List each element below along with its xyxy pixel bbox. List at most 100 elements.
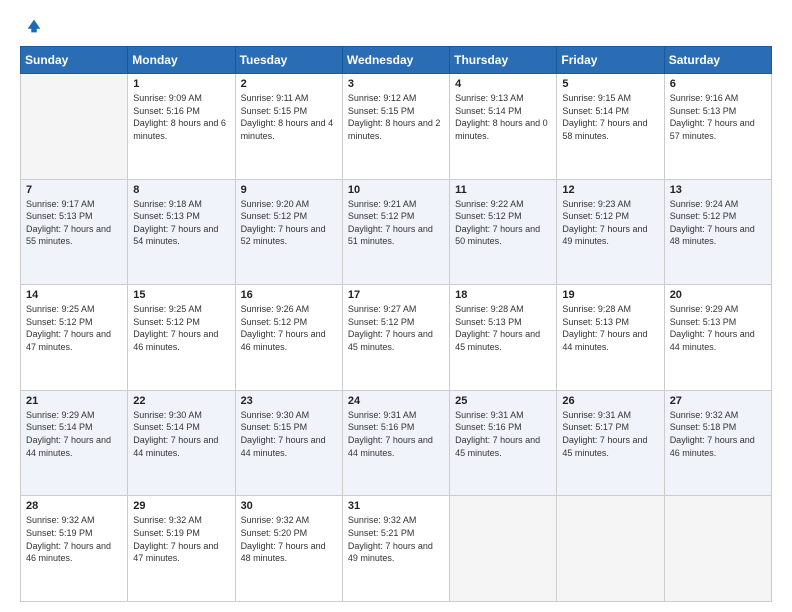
day-number: 25 <box>455 395 551 407</box>
day-cell: 13 Sunrise: 9:24 AMSunset: 5:12 PMDayligh… <box>664 179 771 285</box>
day-info: Sunrise: 9:17 AMSunset: 5:13 PMDaylight:… <box>26 199 111 247</box>
day-cell: 5Sunrise: 9:15 AMSunset: 5:14 PMDaylight… <box>557 74 664 180</box>
day-info: Sunrise: 9:32 AMSunset: 5:19 PMDaylight:… <box>133 515 218 563</box>
day-number: 1 <box>133 78 229 90</box>
day-cell: 14Sunrise: 9:25 AMSunset: 5:12 PMDayligh… <box>21 285 128 391</box>
day-info: Sunrise: 9:11 AMSunset: 5:15 PMDaylight:… <box>241 93 334 141</box>
day-info: Sunrise: 9:16 AMSunset: 5:13 PMDaylight:… <box>670 93 755 141</box>
day-number: 31 <box>348 500 444 512</box>
day-number: 12 <box>562 184 658 196</box>
day-number: 9 <box>241 184 337 196</box>
day-info: Sunrise: 9:28 AMSunset: 5:13 PMDaylight:… <box>562 304 647 352</box>
day-cell: 8 Sunrise: 9:18 AMSunset: 5:13 PMDaylight… <box>128 179 235 285</box>
day-cell <box>21 74 128 180</box>
week-row-3: 14 Sunrise: 9:25 AMSunset: 5:12 PMDayligh… <box>21 285 772 391</box>
page: SundayMondayTuesdayWednesdayThursdayFrid… <box>0 0 792 612</box>
day-cell: 24Sunrise: 9:31 AMSunset: 5:16 PMDayligh… <box>342 390 449 496</box>
day-number: 27 <box>670 395 766 407</box>
logo-text <box>20 16 44 36</box>
day-number: 7 <box>26 184 122 196</box>
day-cell: 29 Sunrise: 9:32 AMSunset: 5:19 PMDayligh… <box>128 496 235 602</box>
day-number: 17 <box>348 289 444 301</box>
day-cell: 2 Sunrise: 9:11 AMSunset: 5:15 PMDaylight… <box>235 74 342 180</box>
day-info: Sunrise: 9:18 AMSunset: 5:13 PMDaylight:… <box>133 199 218 247</box>
day-cell: 20Sunrise: 9:29 AMSunset: 5:13 PMDayligh… <box>664 285 771 391</box>
day-cell <box>450 496 557 602</box>
day-info: Sunrise: 9:13 AMSunset: 5:14 PMDaylight:… <box>455 93 548 141</box>
day-number: 6 <box>670 78 766 90</box>
day-number: 22 <box>133 395 229 407</box>
day-number: 15 <box>133 289 229 301</box>
header-row: SundayMondayTuesdayWednesdayThursdayFrid… <box>21 47 772 74</box>
day-number: 18 <box>455 289 551 301</box>
day-cell: 9 Sunrise: 9:20 AMSunset: 5:12 PMDaylight… <box>235 179 342 285</box>
column-header-wednesday: Wednesday <box>342 47 449 74</box>
day-number: 19 <box>562 289 658 301</box>
day-info: Sunrise: 9:24 AMSunset: 5:12 PMDaylight:… <box>670 199 755 247</box>
day-cell: 3 Sunrise: 9:12 AMSunset: 5:15 PMDaylight… <box>342 74 449 180</box>
day-number: 16 <box>241 289 337 301</box>
day-cell: 26 Sunrise: 9:31 AMSunset: 5:17 PMDayligh… <box>557 390 664 496</box>
day-info: Sunrise: 9:28 AMSunset: 5:13 PMDaylight:… <box>455 304 540 352</box>
day-number: 8 <box>133 184 229 196</box>
day-info: Sunrise: 9:31 AMSunset: 5:16 PMDaylight:… <box>455 410 540 458</box>
day-info: Sunrise: 9:09 AMSunset: 5:16 PMDaylight:… <box>133 93 226 141</box>
day-info: Sunrise: 9:23 AMSunset: 5:12 PMDaylight:… <box>562 199 647 247</box>
day-info: Sunrise: 9:22 AMSunset: 5:12 PMDaylight:… <box>455 199 540 247</box>
day-number: 28 <box>26 500 122 512</box>
day-cell: 12 Sunrise: 9:23 AMSunset: 5:12 PMDayligh… <box>557 179 664 285</box>
day-cell: 17Sunrise: 9:27 AMSunset: 5:12 PMDayligh… <box>342 285 449 391</box>
logo-icon <box>24 16 44 36</box>
day-info: Sunrise: 9:20 AMSunset: 5:12 PMDaylight:… <box>241 199 326 247</box>
week-row-5: 28 Sunrise: 9:32 AMSunset: 5:19 PMDayligh… <box>21 496 772 602</box>
day-cell <box>664 496 771 602</box>
logo <box>20 16 44 36</box>
day-cell: 7 Sunrise: 9:17 AMSunset: 5:13 PMDaylight… <box>21 179 128 285</box>
day-number: 29 <box>133 500 229 512</box>
day-cell: 15 Sunrise: 9:25 AMSunset: 5:12 PMDayligh… <box>128 285 235 391</box>
day-number: 23 <box>241 395 337 407</box>
day-cell: 19 Sunrise: 9:28 AMSunset: 5:13 PMDayligh… <box>557 285 664 391</box>
day-number: 13 <box>670 184 766 196</box>
day-number: 26 <box>562 395 658 407</box>
day-info: Sunrise: 9:32 AMSunset: 5:18 PMDaylight:… <box>670 410 755 458</box>
day-cell: 1 Sunrise: 9:09 AMSunset: 5:16 PMDaylight… <box>128 74 235 180</box>
day-number: 30 <box>241 500 337 512</box>
day-cell: 10Sunrise: 9:21 AMSunset: 5:12 PMDayligh… <box>342 179 449 285</box>
day-cell: 4 Sunrise: 9:13 AMSunset: 5:14 PMDaylight… <box>450 74 557 180</box>
day-number: 14 <box>26 289 122 301</box>
day-cell: 25 Sunrise: 9:31 AMSunset: 5:16 PMDayligh… <box>450 390 557 496</box>
column-header-tuesday: Tuesday <box>235 47 342 74</box>
day-cell <box>557 496 664 602</box>
week-row-2: 7 Sunrise: 9:17 AMSunset: 5:13 PMDaylight… <box>21 179 772 285</box>
column-header-saturday: Saturday <box>664 47 771 74</box>
day-info: Sunrise: 9:15 AMSunset: 5:14 PMDaylight:… <box>562 93 647 141</box>
column-header-sunday: Sunday <box>21 47 128 74</box>
day-info: Sunrise: 9:12 AMSunset: 5:15 PMDaylight:… <box>348 93 441 141</box>
column-header-thursday: Thursday <box>450 47 557 74</box>
day-cell: 28 Sunrise: 9:32 AMSunset: 5:19 PMDayligh… <box>21 496 128 602</box>
day-info: Sunrise: 9:25 AMSunset: 5:12 PMDaylight:… <box>133 304 218 352</box>
day-number: 3 <box>348 78 444 90</box>
day-info: Sunrise: 9:30 AMSunset: 5:15 PMDaylight:… <box>241 410 326 458</box>
day-info: Sunrise: 9:26 AMSunset: 5:12 PMDaylight:… <box>241 304 326 352</box>
column-header-friday: Friday <box>557 47 664 74</box>
day-cell: 18 Sunrise: 9:28 AMSunset: 5:13 PMDayligh… <box>450 285 557 391</box>
header <box>20 16 772 36</box>
day-info: Sunrise: 9:32 AMSunset: 5:19 PMDaylight:… <box>26 515 111 563</box>
day-number: 21 <box>26 395 122 407</box>
day-cell: 21 Sunrise: 9:29 AMSunset: 5:14 PMDayligh… <box>21 390 128 496</box>
day-number: 10 <box>348 184 444 196</box>
day-info: Sunrise: 9:29 AMSunset: 5:14 PMDaylight:… <box>26 410 111 458</box>
day-number: 4 <box>455 78 551 90</box>
day-cell: 27 Sunrise: 9:32 AMSunset: 5:18 PMDayligh… <box>664 390 771 496</box>
day-cell: 31Sunrise: 9:32 AMSunset: 5:21 PMDayligh… <box>342 496 449 602</box>
day-info: Sunrise: 9:30 AMSunset: 5:14 PMDaylight:… <box>133 410 218 458</box>
day-cell: 6 Sunrise: 9:16 AMSunset: 5:13 PMDaylight… <box>664 74 771 180</box>
day-cell: 22 Sunrise: 9:30 AMSunset: 5:14 PMDayligh… <box>128 390 235 496</box>
day-number: 20 <box>670 289 766 301</box>
day-number: 2 <box>241 78 337 90</box>
day-info: Sunrise: 9:31 AMSunset: 5:17 PMDaylight:… <box>562 410 647 458</box>
day-number: 24 <box>348 395 444 407</box>
day-info: Sunrise: 9:32 AMSunset: 5:20 PMDaylight:… <box>241 515 326 563</box>
